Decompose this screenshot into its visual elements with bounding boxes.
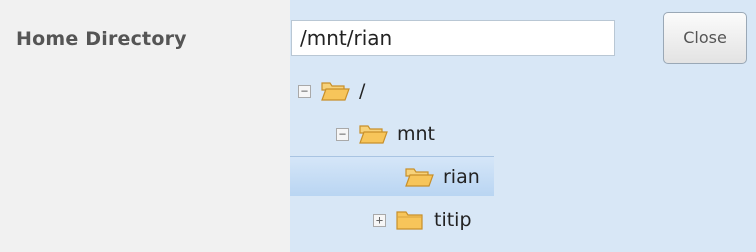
tree-node-label[interactable]: / <box>359 80 365 102</box>
close-button[interactable]: Close <box>663 12 747 64</box>
tree-node-label[interactable]: rian <box>443 166 480 188</box>
tree-node-rian[interactable]: rian <box>290 156 494 196</box>
home-directory-input[interactable] <box>291 20 615 56</box>
tree-node-root[interactable]: − / <box>298 71 365 111</box>
expand-toggle-icon[interactable]: + <box>373 213 386 227</box>
folder-open-icon <box>405 167 434 187</box>
collapse-toggle-icon[interactable]: − <box>336 127 349 141</box>
tree-node-label[interactable]: mnt <box>397 123 435 145</box>
tree-node-mnt[interactable]: − mnt <box>336 114 435 154</box>
tree-node-label[interactable]: titip <box>434 209 472 231</box>
folder-open-icon <box>321 82 350 101</box>
collapse-toggle-icon[interactable]: − <box>298 84 311 98</box>
tree-node-titip[interactable]: + titip <box>373 200 472 240</box>
form-label-panel: Home Directory <box>0 0 290 252</box>
home-directory-label: Home Directory <box>16 28 187 50</box>
folder-closed-icon <box>396 211 423 230</box>
folder-open-icon <box>359 125 388 144</box>
